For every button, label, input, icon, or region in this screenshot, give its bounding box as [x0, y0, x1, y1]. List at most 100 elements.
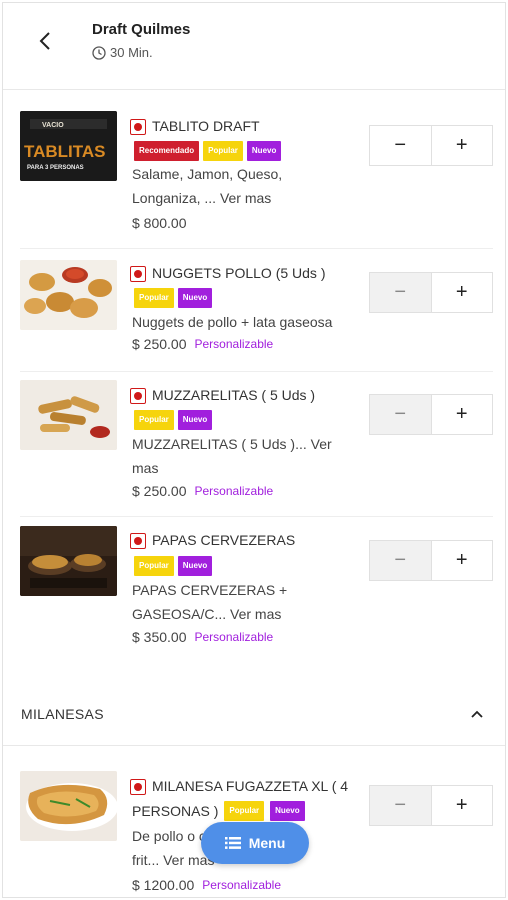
product-name-row: MUZZARELITAS ( 5 Uds ) [130, 386, 370, 405]
product-name: MILANESA FUGAZZETA XL ( 4 [152, 778, 349, 794]
thumb-text-sub: PARA 3 PERSONAS [27, 165, 84, 171]
customizable-label: Personalizable [202, 878, 282, 892]
product-item[interactable]: MUZZARELITAS ( 5 Uds ) Popular Nuevo MUZ… [3, 373, 505, 518]
menu-button[interactable]: Menu [201, 822, 309, 864]
customizable-label: Personalizable [194, 337, 274, 351]
increase-button[interactable]: + [432, 786, 493, 825]
product-name: MUZZARELITAS ( 5 Uds ) [152, 387, 316, 403]
decrease-button[interactable]: − [370, 541, 432, 580]
product-name-row: TABLITO DRAFT [130, 117, 370, 136]
badge-popular: Popular [134, 556, 174, 576]
quantity-stepper: − + [369, 785, 493, 826]
food-type-icon [130, 119, 146, 135]
product-image [20, 380, 117, 450]
increase-button[interactable]: + [432, 126, 493, 165]
chevron-up-icon [471, 710, 483, 718]
product-name: PAPAS CERVEZERAS [152, 532, 296, 548]
menu-button-label: Menu [248, 835, 286, 851]
product-image: VACIO TABLITAS PARA 3 PERSONAS [20, 111, 117, 181]
decrease-button[interactable]: − [370, 273, 432, 312]
delivery-time: 30 Min. [92, 45, 153, 60]
app-frame: Draft Quilmes 30 Min. VACIO TABLITAS PAR… [2, 2, 506, 898]
badge-nuevo: Nuevo [177, 410, 213, 430]
chevron-left-icon [39, 32, 50, 50]
quantity-stepper: − + [369, 125, 493, 166]
store-name: Draft Quilmes [92, 21, 191, 38]
price-row: $ 350.00 Personalizable [132, 629, 273, 645]
increase-button[interactable]: + [432, 541, 493, 580]
decrease-button[interactable]: − [370, 786, 432, 825]
description-line: MUZZARELITAS ( 5 Uds )... Ver [132, 436, 332, 452]
product-price: $ 250.00 [132, 483, 187, 499]
description-line: PAPAS CERVEZERAS + [132, 582, 288, 598]
product-name-line2: PERSONAS ) [132, 803, 219, 819]
product-item[interactable]: NUGGETS POLLO (5 Uds ) Popular Nuevo Nug… [3, 250, 505, 378]
thumb-text-main: TABLITAS [24, 142, 106, 161]
badge-popular: Popular [203, 141, 243, 161]
increase-button[interactable]: + [432, 273, 493, 312]
product-image [20, 260, 117, 330]
food-type-icon [130, 266, 146, 282]
customizable-label: Personalizable [194, 484, 274, 498]
divider [20, 516, 493, 517]
divider [20, 371, 493, 372]
decrease-button[interactable]: − [370, 395, 432, 434]
category-title: MILANESAS [21, 706, 104, 722]
delivery-time-text: 30 Min. [110, 45, 153, 60]
food-type-icon [130, 779, 146, 795]
product-price: $ 350.00 [132, 629, 187, 645]
thumb-text-top: VACIO [42, 122, 64, 129]
description-line: Salame, Jamon, Queso, [132, 166, 283, 182]
price-row: $ 1200.00 Personalizable [132, 877, 281, 893]
product-name-row: MILANESA FUGAZZETA XL ( 4 [130, 777, 370, 796]
quantity-stepper: − + [369, 394, 493, 435]
price-row: $ 250.00 Personalizable [132, 336, 273, 352]
badge-popular: Popular [134, 410, 174, 430]
collapse-button[interactable] [467, 704, 487, 724]
category-header[interactable]: MILANESAS [3, 686, 505, 746]
increase-button[interactable]: + [432, 395, 493, 434]
decrease-button[interactable]: − [370, 126, 432, 165]
description-line: Nuggets de pollo + lata gaseosa [132, 314, 333, 330]
store-header: Draft Quilmes 30 Min. [3, 3, 505, 90]
product-name-continued: PERSONAS ) Popular Nuevo [132, 801, 305, 821]
customizable-label: Personalizable [194, 630, 274, 644]
list-icon [224, 837, 241, 849]
product-image [20, 526, 117, 596]
product-description: PAPAS CERVEZERAS + GASEOSA/C... Ver mas [132, 578, 372, 626]
badge-list: Popular Nuevo [134, 410, 213, 430]
badge-list: Popular Nuevo [134, 556, 213, 576]
badge-popular: Popular [134, 288, 174, 308]
product-price: $ 800.00 [132, 215, 187, 231]
product-price: $ 1200.00 [132, 877, 195, 893]
product-item[interactable]: VACIO TABLITAS PARA 3 PERSONAS TABLITO D… [3, 98, 505, 248]
product-name-row: PAPAS CERVEZERAS [130, 531, 370, 550]
product-name: TABLITO DRAFT [152, 118, 260, 134]
badge-nuevo: Nuevo [177, 556, 213, 576]
description-line: mas [132, 460, 159, 476]
product-item[interactable]: PAPAS CERVEZERAS Popular Nuevo PAPAS CER… [3, 518, 505, 668]
product-name-row: NUGGETS POLLO (5 Uds ) [130, 264, 370, 283]
badge-list: Popular Nuevo [134, 288, 213, 308]
back-button[interactable] [31, 27, 59, 55]
product-description: Salame, Jamon, Queso, Longaniza, ... Ver… [132, 162, 372, 210]
clock-icon [92, 45, 106, 60]
price-row: $ 250.00 Personalizable [132, 483, 273, 499]
description-line: Longaniza, ... Ver mas [132, 190, 272, 206]
description-line: GASEOSA/C... Ver mas [132, 606, 282, 622]
product-description: Nuggets de pollo + lata gaseosa [132, 310, 372, 334]
quantity-stepper: − + [369, 272, 493, 313]
badge-nuevo: Nuevo [177, 288, 213, 308]
product-price: $ 250.00 [132, 336, 187, 352]
divider [20, 248, 493, 249]
badge-nuevo: Nuevo [246, 141, 282, 161]
price-row: $ 800.00 [132, 215, 187, 231]
product-description: MUZZARELITAS ( 5 Uds )... Ver mas [132, 432, 372, 480]
badge-list: Recomendado Popular Nuevo [134, 141, 282, 161]
food-type-icon [130, 533, 146, 549]
badge-nuevo: Nuevo [270, 801, 305, 821]
badge-recomendado: Recomendado [134, 141, 200, 161]
food-type-icon [130, 388, 146, 404]
product-image [20, 771, 117, 841]
badge-popular: Popular [224, 801, 265, 821]
